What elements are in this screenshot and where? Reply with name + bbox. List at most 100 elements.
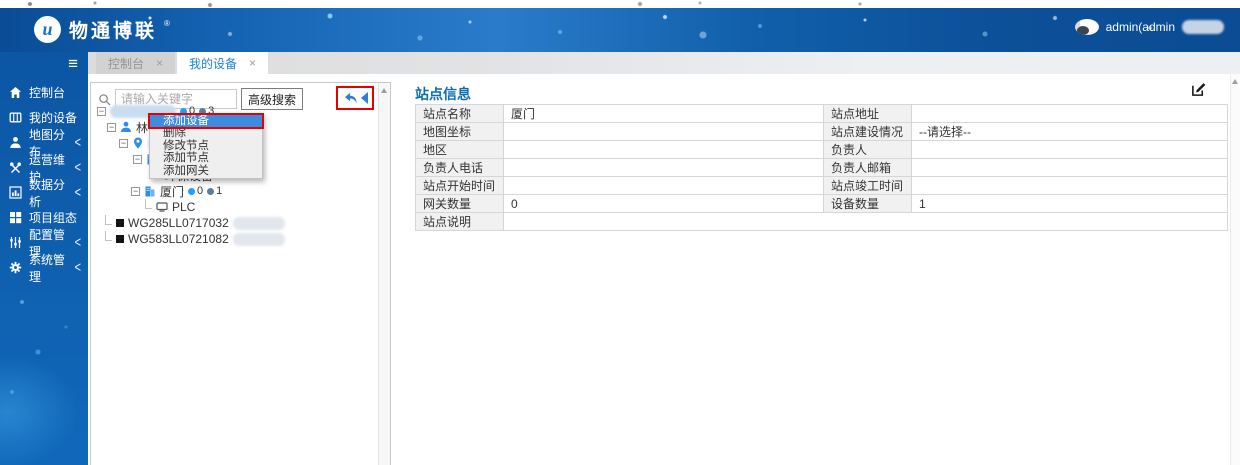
close-icon[interactable]: × <box>249 57 256 69</box>
field-value-owner[interactable] <box>911 140 1228 159</box>
page-top-strip <box>0 0 1240 8</box>
user-icon <box>121 121 131 132</box>
chevron-left-icon: < <box>74 184 81 201</box>
field-value-device-count[interactable]: 1 <box>911 194 1228 213</box>
tab-bar: 控制台 × 我的设备 × <box>88 52 1240 74</box>
site-info-table: 站点名称 厦门 站点地址 地图坐标 站点建设情况 --请选择-- 地区 负责人 … <box>415 104 1228 231</box>
hamburger-icon[interactable]: ≡ <box>68 55 78 72</box>
devices-icon <box>9 112 22 123</box>
tree-node-plc[interactable]: PLC <box>93 198 376 215</box>
sidebar-item-label: 控制台 <box>29 86 66 100</box>
redacted-node-name <box>232 216 285 230</box>
app-header: u 物通博联 ® admin(admin <box>0 8 1240 52</box>
field-value-site-name[interactable]: 厦门 <box>503 104 824 123</box>
field-value-start-time[interactable] <box>503 176 824 195</box>
context-menu-item-edit-node[interactable]: 修改节点 <box>150 140 262 152</box>
chevron-left-icon: < <box>74 234 81 251</box>
site-info-panel: 站点信息 站点名称 厦门 站点地址 地图坐标 站点建设情况 --请选择-- 地区… <box>392 74 1240 465</box>
context-menu-item-add-gateway[interactable]: 添加网关 <box>150 165 262 177</box>
chevron-left-icon: < <box>74 259 81 276</box>
edit-button[interactable] <box>1191 82 1206 102</box>
grid-icon <box>10 212 22 224</box>
expander-icon[interactable]: − <box>119 138 128 148</box>
scroll-up-icon[interactable] <box>381 88 387 93</box>
field-label: 站点说明 <box>415 212 504 231</box>
badge-dot-blue <box>188 187 196 195</box>
table-row: 站点开始时间 站点竣工时间 <box>415 176 1228 195</box>
field-value-region[interactable] <box>503 140 824 159</box>
field-label: 负责人 <box>823 140 912 159</box>
collapse-panel-icon[interactable] <box>360 92 368 104</box>
tree-connector <box>105 214 112 225</box>
person-pin-icon <box>10 137 21 148</box>
sidebar-item-analytics[interactable]: 数据分析 < <box>0 178 88 209</box>
field-value-site-note[interactable] <box>503 212 1228 231</box>
sliders-icon <box>10 237 21 248</box>
edit-pencil-icon <box>1192 83 1206 96</box>
tab-my-devices[interactable]: 我的设备 × <box>177 52 269 74</box>
field-label: 地区 <box>415 140 504 159</box>
expander-icon[interactable]: − <box>131 186 140 196</box>
field-label: 设备数量 <box>823 194 912 213</box>
field-label: 站点开始时间 <box>415 176 504 195</box>
page-title: 站点信息 <box>415 86 471 102</box>
annotation-red-box-tools <box>336 86 374 110</box>
expander-icon[interactable]: − <box>107 122 116 132</box>
context-menu-item-add-device[interactable]: 添加设备 <box>148 112 264 130</box>
tree-node-xiamen[interactable]: − 厦门 0 1 <box>93 183 376 199</box>
gateway-icon <box>116 235 124 243</box>
table-row: 站点名称 厦门 站点地址 <box>415 104 1228 123</box>
sidebar-item-console[interactable]: 控制台 <box>0 80 88 105</box>
field-label: 地图坐标 <box>415 122 504 141</box>
building-icon <box>145 186 155 197</box>
field-label: 站点地址 <box>823 104 912 123</box>
tools-icon <box>10 162 21 174</box>
field-value-finish-time[interactable] <box>911 176 1228 195</box>
field-label: 网关数量 <box>415 194 504 213</box>
sidebar-item-label: 数据分析 <box>29 177 66 209</box>
field-value-map-coords[interactable] <box>503 122 824 141</box>
field-value-owner-email[interactable] <box>911 158 1228 177</box>
field-value-owner-phone[interactable] <box>503 158 824 177</box>
sidebar-item-label: 项目组态 <box>29 211 78 225</box>
field-label: 站点建设情况 <box>823 122 912 141</box>
expander-icon[interactable]: − <box>97 106 106 116</box>
close-icon[interactable]: × <box>156 57 163 69</box>
table-row: 负责人电话 负责人邮箱 <box>415 158 1228 177</box>
monitor-icon <box>156 202 168 212</box>
field-value-gateway-count[interactable]: 0 <box>503 194 824 213</box>
tree-node-gateway-wg285[interactable]: WG285LL0717032 <box>93 214 376 231</box>
user-menu[interactable]: admin(admin <box>1074 19 1224 35</box>
tree-node-label: 厦门 <box>160 184 185 199</box>
context-menu-item-add-node[interactable]: 添加节点 <box>150 152 262 164</box>
map-pin-icon <box>134 137 142 149</box>
badge-dot-slate <box>207 187 215 195</box>
brand-logo: u 物通博联 ® <box>34 16 171 43</box>
expander-icon[interactable]: − <box>133 154 142 164</box>
sidebar-item-system[interactable]: 系统管理 < <box>0 253 88 284</box>
field-label: 负责人邮箱 <box>823 158 912 177</box>
tree-connector <box>145 198 152 209</box>
logo-circle-icon: u <box>34 16 61 43</box>
field-label: 负责人电话 <box>415 158 504 177</box>
table-row: 网关数量 0 设备数量 1 <box>415 194 1228 213</box>
field-value-construction-select[interactable]: --请选择-- <box>911 122 1228 141</box>
tree-scrollbar[interactable] <box>378 83 390 465</box>
tree-node-label: 林 <box>136 120 149 135</box>
tree-node-label: WG285LL0717032 <box>128 216 229 230</box>
redacted-user-text <box>1182 20 1224 34</box>
tab-console[interactable]: 控制台 × <box>96 52 176 74</box>
field-value-site-address[interactable] <box>911 104 1228 123</box>
badge-count: 0 <box>197 185 204 197</box>
chevron-left-icon: < <box>74 134 81 151</box>
home-icon <box>10 87 21 98</box>
tree-node-label: WG583LL0721082 <box>128 232 229 246</box>
undo-arrow-icon[interactable] <box>343 92 359 105</box>
page-scrollbar[interactable] <box>1230 74 1240 465</box>
table-row: 地图坐标 站点建设情况 --请选择-- <box>415 122 1228 141</box>
tree-node-gateway-wg583[interactable]: WG583LL0721082 <box>93 230 376 247</box>
user-avatar-icon <box>1074 19 1099 35</box>
chart-icon <box>9 186 22 199</box>
context-menu-item-delete[interactable]: 删除 <box>150 127 262 139</box>
scroll-up-icon[interactable] <box>1232 79 1238 84</box>
